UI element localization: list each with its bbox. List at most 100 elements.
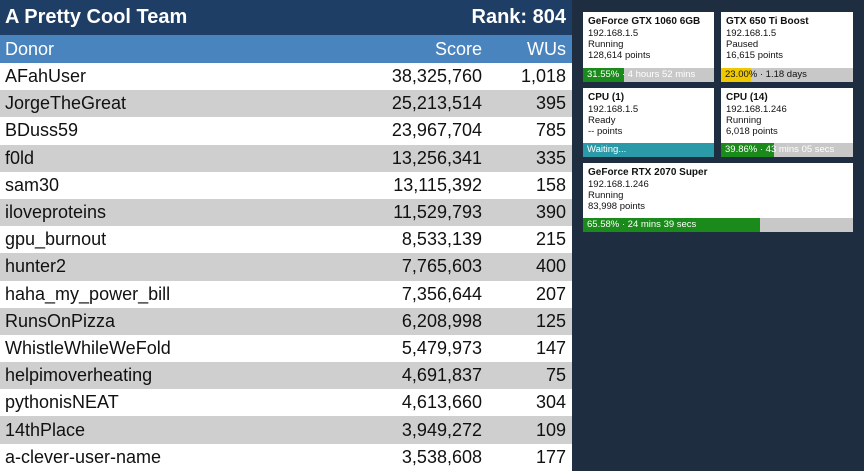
client-status: Running — [726, 115, 762, 126]
client-status: Running — [588, 190, 624, 201]
donor-wus: 390 — [535, 202, 566, 223]
donor-row[interactable]: f0ld 13,256,341 335 — [0, 144, 572, 172]
donor-score: 5,479,973 — [401, 337, 482, 358]
client-panels: GeForce GTX 1060 6GB 192.168.1.5 Running 12… — [572, 0, 864, 470]
donor-name: 14thPlace — [5, 419, 86, 440]
donor-name: sam30 — [5, 174, 60, 195]
donor-row[interactable]: JorgeTheGreat 25,213,514 395 — [0, 90, 572, 118]
client-ip: 192.168.1.5 — [726, 28, 777, 39]
client-points: -- points — [588, 126, 623, 137]
donor-score: 3,949,272 — [401, 419, 482, 440]
client-ip: 192.168.1.246 — [726, 104, 787, 115]
donor-row[interactable]: hunter2 7,765,603 400 — [0, 253, 572, 281]
donor-row[interactable]: 14thPlace 3,949,272 109 — [0, 416, 572, 444]
client-card[interactable]: GeForce GTX 1060 6GB 192.168.1.5 Running 12… — [583, 12, 714, 82]
client-points: 83,998 points — [588, 201, 646, 212]
donor-wus: 147 — [535, 337, 566, 358]
client-card[interactable]: CPU (14) 192.168.1.246 Running 6,018 points… — [721, 88, 853, 157]
donor-name: AFahUser — [5, 66, 87, 87]
donor-name: a-clever-user-name — [5, 446, 162, 467]
client-ip: 192.168.1.5 — [588, 28, 639, 39]
leaderboard-column-header: Donor Score WUs — [0, 35, 572, 63]
progress-text: 31.55% · 4 hours 52 mins — [587, 69, 696, 80]
client-card[interactable]: GTX 650 Ti Boost 192.168.1.5 Paused 16,615 … — [721, 12, 853, 82]
progress-text: 39.86% · 43 mins 05 secs — [725, 144, 835, 155]
donor-score: 6,208,998 — [401, 310, 482, 331]
column-wus[interactable]: WUs — [482, 39, 572, 60]
donor-row[interactable]: sam30 13,115,392 158 — [0, 171, 572, 199]
donor-name: haha_my_power_bill — [5, 283, 171, 304]
client-card[interactable]: GeForce RTX 2070 Super 192.168.1.246 Runni… — [583, 163, 853, 232]
donor-score: 25,213,514 — [391, 93, 482, 114]
progress-bar: 39.86% · 43 mins 05 secs — [721, 143, 853, 157]
donor-name: WhistleWhileWeFold — [5, 337, 171, 358]
client-ip: 192.168.1.5 — [588, 104, 639, 115]
client-points: 16,615 points — [726, 50, 784, 61]
client-points: 128,614 points — [588, 50, 651, 61]
client-status: Ready — [588, 115, 616, 126]
donor-wus: 1,018 — [520, 66, 566, 87]
progress-text: 23.00% · 1.18 days — [725, 69, 807, 80]
donor-wus: 785 — [535, 120, 566, 141]
donor-name: hunter2 — [5, 256, 67, 277]
client-ip: 192.168.1.246 — [588, 179, 649, 190]
donor-row[interactable]: gpu_burnout 8,533,139 215 — [0, 226, 572, 254]
client-name: GeForce GTX 1060 6GB — [588, 16, 701, 27]
donor-list: AFahUser 38,325,760 1,018 JorgeTheGreat 25,2… — [0, 63, 572, 471]
donor-score: 7,765,603 — [401, 256, 482, 277]
team-header: A Pretty Cool Team Rank: 804 — [0, 0, 572, 35]
donor-row[interactable]: haha_my_power_bill 7,356,644 207 — [0, 280, 572, 308]
donor-wus: 335 — [535, 147, 566, 168]
donor-score: 11,529,793 — [393, 202, 482, 223]
donor-name: f0ld — [5, 147, 35, 168]
donor-row[interactable]: a-clever-user-name 3,538,608 177 — [0, 443, 572, 471]
donor-score: 3,538,608 — [401, 446, 482, 467]
donor-row[interactable]: BDuss59 23,967,704 785 — [0, 117, 572, 145]
donor-name: BDuss59 — [5, 120, 79, 141]
donor-wus: 75 — [545, 365, 566, 386]
donor-row[interactable]: RunsOnPizza 6,208,998 125 — [0, 307, 572, 335]
donor-wus: 395 — [535, 93, 566, 114]
client-status: Running — [588, 39, 624, 50]
donor-row[interactable]: AFahUser 38,325,760 1,018 — [0, 63, 572, 91]
client-name: CPU (1) — [588, 92, 625, 103]
donor-name: helpimoverheating — [5, 365, 153, 386]
donor-score: 4,613,660 — [401, 392, 482, 413]
progress-text: Waiting... — [587, 144, 627, 155]
client-points: 6,018 points — [726, 126, 778, 137]
progress-bar: 31.55% · 4 hours 52 mins — [583, 68, 714, 82]
donor-wus: 207 — [535, 283, 566, 304]
donor-wus: 158 — [535, 174, 566, 195]
client-name: GTX 650 Ti Boost — [726, 16, 809, 27]
team-rank: Rank: 804 — [471, 6, 567, 28]
donor-row[interactable]: helpimoverheating 4,691,837 75 — [0, 362, 572, 390]
donor-score: 13,115,392 — [393, 174, 482, 195]
client-name: GeForce RTX 2070 Super — [588, 167, 708, 178]
donor-name: iloveproteins — [5, 202, 107, 223]
team-leaderboard: A Pretty Cool Team Rank: 804 Donor Score… — [0, 0, 572, 471]
column-donor[interactable]: Donor — [0, 39, 352, 60]
column-score[interactable]: Score — [352, 39, 482, 60]
progress-bar: Waiting... — [583, 143, 714, 157]
client-name: CPU (14) — [726, 92, 768, 103]
donor-score: 23,967,704 — [391, 120, 482, 141]
donor-wus: 215 — [535, 229, 566, 250]
donor-score: 4,691,837 — [401, 365, 482, 386]
donor-name: RunsOnPizza — [5, 310, 116, 331]
donor-row[interactable]: WhistleWhileWeFold 5,479,973 147 — [0, 334, 572, 363]
progress-bar: 23.00% · 1.18 days — [721, 68, 853, 82]
donor-name: JorgeTheGreat — [5, 93, 127, 114]
team-name: A Pretty Cool Team — [5, 6, 188, 28]
donor-score: 8,533,139 — [401, 229, 482, 250]
donor-score: 38,325,760 — [391, 66, 482, 87]
client-card[interactable]: CPU (1) 192.168.1.5 Ready -- points Waiting.… — [583, 88, 714, 157]
donor-wus: 109 — [535, 419, 566, 440]
donor-wus: 177 — [535, 446, 566, 467]
donor-row[interactable]: pythonisNEAT 4,613,660 304 — [0, 389, 572, 417]
donor-row[interactable]: iloveproteins 11,529,793 390 — [0, 198, 572, 227]
donor-score: 7,356,644 — [401, 283, 482, 304]
donor-name: pythonisNEAT — [5, 392, 119, 413]
client-status: Paused — [726, 39, 759, 50]
donor-name: gpu_burnout — [5, 229, 107, 250]
progress-bar: 65.58% · 24 mins 39 secs — [583, 218, 853, 232]
